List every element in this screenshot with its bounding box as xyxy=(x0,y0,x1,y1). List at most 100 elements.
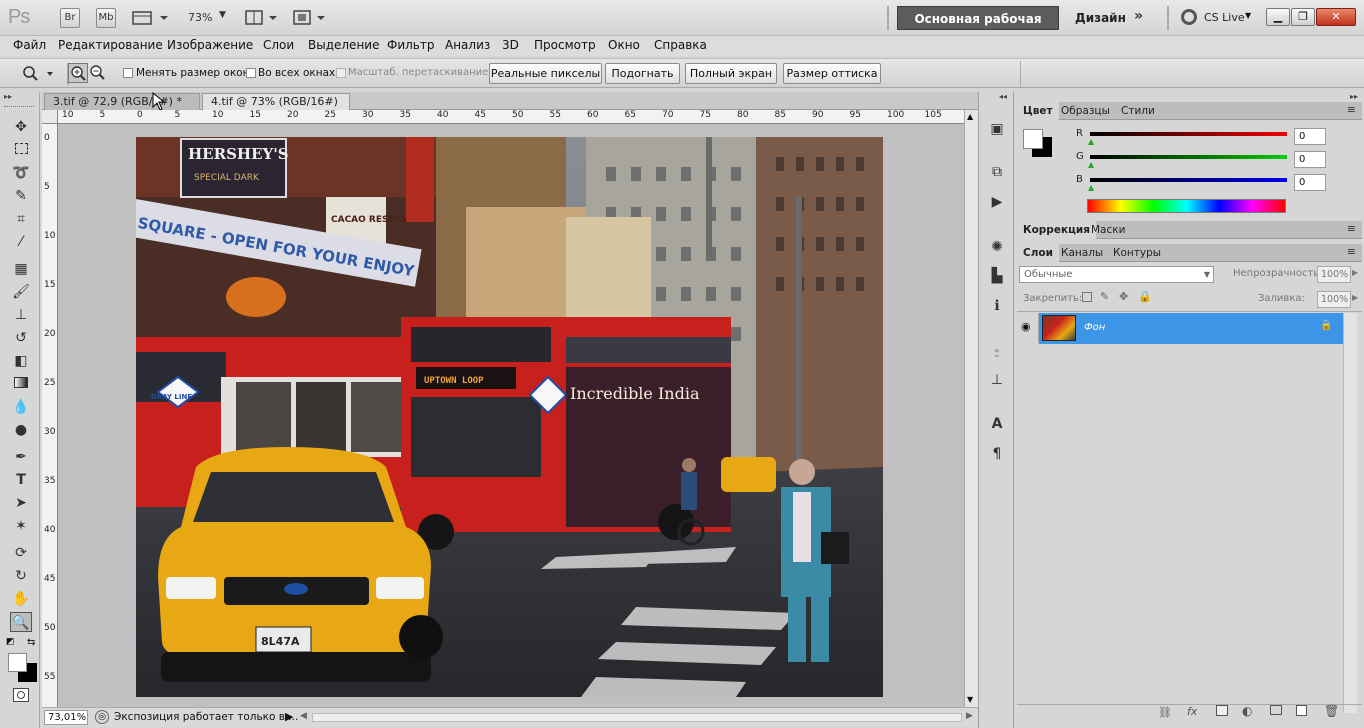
vertical-ruler[interactable]: 0 5 10 15 20 25 30 35 40 45 50 55 xyxy=(42,124,58,709)
lock-all-icon[interactable]: 🔒 xyxy=(1138,290,1152,303)
delete-layer-icon[interactable]: 🗑 xyxy=(1324,704,1339,718)
panel-menu-icon[interactable]: ≡ xyxy=(1347,245,1356,258)
panel-grip[interactable] xyxy=(4,106,34,108)
lock-pixels-icon[interactable]: ✎ xyxy=(1100,290,1109,303)
quick-selection-tool-icon[interactable]: ✎ xyxy=(10,186,32,206)
lasso-tool-icon[interactable]: ➰ xyxy=(10,163,32,183)
collapse-arrows-icon[interactable]: ▸▸ xyxy=(1350,92,1358,101)
horizontal-scrollbar[interactable] xyxy=(312,713,962,722)
opacity-field[interactable]: 100% xyxy=(1317,266,1351,283)
eyedropper-tool-icon[interactable]: ⁄ xyxy=(10,232,32,252)
blur-tool-icon[interactable]: 💧 xyxy=(10,397,32,417)
green-slider[interactable] xyxy=(1090,155,1287,159)
menu-help[interactable]: Справка xyxy=(654,38,707,52)
clone-source-panel-icon[interactable]: ⊥ xyxy=(987,370,1007,390)
lock-position-icon[interactable]: ✥ xyxy=(1119,290,1128,303)
panel-menu-icon[interactable]: ≡ xyxy=(1347,103,1356,116)
type-tool-icon[interactable]: T xyxy=(10,470,32,490)
history-panel-icon[interactable]: ⧉ xyxy=(987,162,1007,182)
all-windows-checkbox[interactable] xyxy=(246,68,256,78)
layer-visibility-toggle[interactable]: ◉ xyxy=(1017,313,1039,343)
layer-name[interactable]: Фон xyxy=(1084,322,1105,333)
menu-select[interactable]: Выделение xyxy=(308,38,379,52)
actions-panel-icon[interactable]: ▶ xyxy=(987,192,1007,212)
tab-4tif[interactable]: 4.tif @ 73% (RGB/16#)✕ xyxy=(202,93,350,125)
blue-value-field[interactable]: 0 xyxy=(1294,174,1326,191)
new-group-icon[interactable] xyxy=(1270,705,1282,715)
tab-layers[interactable]: Слои xyxy=(1017,244,1059,262)
tab-masks[interactable]: Маски xyxy=(1085,221,1131,239)
brush-panel-icon[interactable]: ⍛ xyxy=(987,340,1007,360)
cs-live-label[interactable]: CS Live xyxy=(1204,11,1245,24)
menu-filter[interactable]: Фильтр xyxy=(387,38,434,52)
red-slider[interactable] xyxy=(1090,132,1287,136)
zoom-out-button[interactable] xyxy=(88,63,108,83)
lock-transparency-icon[interactable] xyxy=(1082,292,1092,302)
view-extras-button[interactable] xyxy=(132,9,170,27)
color-spectrum-bar[interactable] xyxy=(1087,199,1286,213)
scroll-up-icon[interactable]: ▲ xyxy=(967,112,973,121)
close-button[interactable]: ✕ xyxy=(1316,8,1356,26)
pen-tool-icon[interactable]: ✒ xyxy=(10,447,32,467)
add-mask-icon[interactable] xyxy=(1216,705,1228,716)
ruler-origin[interactable] xyxy=(42,110,58,124)
menu-view[interactable]: Просмотр xyxy=(534,38,596,52)
more-workspaces-icon[interactable]: » xyxy=(1134,8,1143,24)
histogram-panel-icon[interactable]: ▙ xyxy=(987,266,1007,286)
character-panel-icon[interactable]: A xyxy=(987,414,1007,434)
tab-paths[interactable]: Контуры xyxy=(1107,244,1167,262)
vertical-scrollbar[interactable]: ▲ ▼ xyxy=(964,110,978,709)
tab-color[interactable]: Цвет xyxy=(1017,102,1059,120)
chevron-down-icon[interactable]: ▼ xyxy=(219,10,226,20)
tab-swatches[interactable]: Образцы xyxy=(1055,102,1116,120)
opacity-arrow-icon[interactable]: ▶ xyxy=(1352,268,1358,277)
status-menu-arrow-icon[interactable]: ▶ xyxy=(285,710,293,723)
3d-rotate-tool-icon[interactable]: ⟳ xyxy=(10,543,32,563)
swap-colors-icon[interactable]: ⇆ xyxy=(27,637,35,648)
dodge-tool-icon[interactable]: ● xyxy=(10,420,32,440)
slider-thumb-icon[interactable]: ▲ xyxy=(1088,160,1094,169)
screen-mode-button[interactable] xyxy=(293,9,329,27)
navigator-panel-icon[interactable]: ✺ xyxy=(987,237,1007,257)
workspace-essentials-button[interactable]: Основная рабочая среда xyxy=(897,6,1059,50)
chevron-down-icon[interactable]: ▼ xyxy=(1245,11,1251,20)
paragraph-panel-icon[interactable]: ¶ xyxy=(987,444,1007,464)
arrange-documents-button[interactable] xyxy=(245,9,281,27)
marquee-tool-icon[interactable] xyxy=(10,140,32,160)
actual-pixels-button[interactable]: Реальные пикселы xyxy=(489,63,602,84)
path-selection-tool-icon[interactable]: ➤ xyxy=(10,493,32,513)
tool-preset-picker[interactable] xyxy=(20,64,56,84)
info-panel-icon[interactable]: ℹ xyxy=(987,296,1007,316)
green-value-field[interactable]: 0 xyxy=(1294,151,1326,168)
shape-tool-icon[interactable]: ✶ xyxy=(10,516,32,536)
bridge-button[interactable]: Br xyxy=(60,8,80,28)
gradient-tool-icon[interactable] xyxy=(10,374,32,394)
tab-3tif[interactable]: 3.tif @ 72,9 (RGB/8#) * xyxy=(44,93,200,110)
slider-thumb-icon[interactable]: ▲ xyxy=(1088,137,1094,146)
red-value-field[interactable]: 0 xyxy=(1294,128,1326,145)
menu-file[interactable]: Файл xyxy=(13,38,46,52)
menu-3d[interactable]: 3D xyxy=(502,38,519,52)
resize-windows-checkbox[interactable] xyxy=(123,68,133,78)
menu-edit[interactable]: Редактирование xyxy=(58,38,163,52)
print-size-button[interactable]: Размер оттиска xyxy=(783,63,881,84)
chevron-down-icon[interactable]: ▼ xyxy=(1204,267,1210,282)
foreground-color-swatch[interactable] xyxy=(8,653,27,672)
fill-field[interactable]: 100% xyxy=(1317,291,1351,308)
hand-tool-icon[interactable]: ✋ xyxy=(10,589,32,609)
restore-button[interactable]: ❐ xyxy=(1291,8,1315,26)
document-image[interactable]: HERSHEY'S SPECIAL DARK CACAO RESERVE SQU… xyxy=(136,137,883,697)
zoom-level-dropdown[interactable]: 73% xyxy=(188,11,212,24)
scroll-down-icon[interactable]: ▼ xyxy=(967,695,973,704)
slider-thumb-icon[interactable]: ▲ xyxy=(1088,183,1094,192)
tab-styles[interactable]: Стили xyxy=(1115,102,1161,120)
collapse-arrows-icon[interactable]: ◂◂ xyxy=(999,92,1007,101)
eraser-tool-icon[interactable]: ◧ xyxy=(10,351,32,371)
scrubby-zoom-checkbox[interactable] xyxy=(336,68,346,78)
collapse-arrows-icon[interactable]: ▸▸ xyxy=(4,92,12,101)
history-brush-tool-icon[interactable]: ↺ xyxy=(10,328,32,348)
mini-bridge-button[interactable]: Mb xyxy=(96,8,116,28)
workspace-design-button[interactable]: Дизайн xyxy=(1075,11,1126,25)
fill-screen-button[interactable]: Полный экран xyxy=(685,63,777,84)
scroll-right-icon[interactable]: ▶ xyxy=(966,711,973,721)
